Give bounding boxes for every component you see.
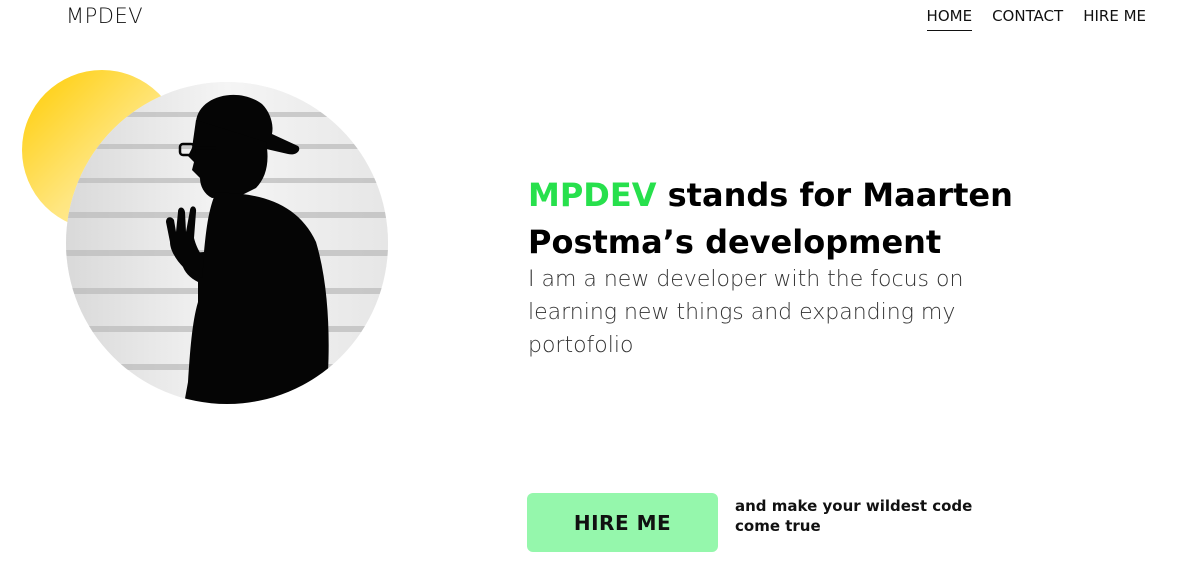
hire-me-button[interactable]: HIRE ME (527, 493, 718, 552)
hero-intro: I am a new developer with the focus on l… (528, 263, 998, 362)
intro-text-start: I am a new developer with the (528, 267, 871, 292)
site-logo[interactable]: MPDEV (66, 4, 143, 28)
intro-highlight-marker: focus (870, 263, 929, 296)
headline-brand: MPDEV (528, 176, 657, 214)
hero-photo (66, 82, 388, 404)
nav-home-link[interactable]: HOME (926, 7, 972, 31)
nav-hire-me-link[interactable]: HIRE ME (1083, 7, 1146, 31)
main-nav: HOME CONTACT HIRE ME (926, 7, 1146, 31)
cta-tagline: and make your wildest code come true (735, 497, 973, 535)
intro-highlight-word: focus (870, 267, 929, 292)
developer-silhouette-icon (66, 82, 388, 404)
hero-headline: MPDEV stands for Maarten Postma’s develo… (528, 172, 1048, 266)
page: MPDEV HOME CONTACT HIRE ME MPDEV stands … (0, 0, 1178, 561)
nav-contact-link[interactable]: CONTACT (992, 7, 1063, 31)
